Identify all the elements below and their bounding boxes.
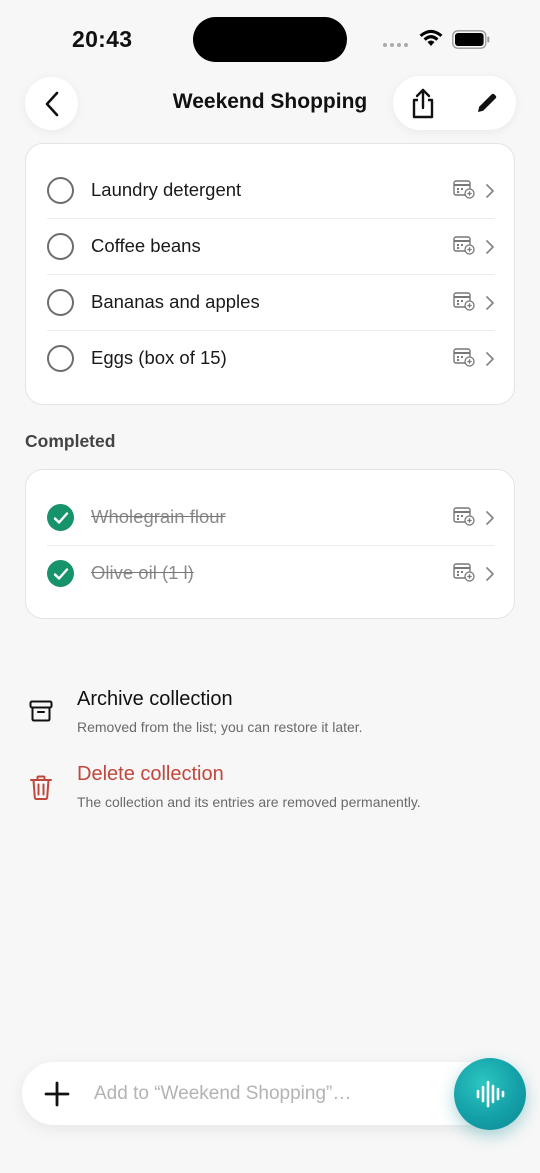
list-item[interactable]: Eggs (box of 15) <box>26 330 516 386</box>
checked-checkbox[interactable] <box>47 504 74 531</box>
archive-box-icon <box>29 700 53 722</box>
item-label: Olive oil (1 l) <box>91 562 194 583</box>
archive-collection-button[interactable]: Archive collection Removed from the list… <box>25 688 515 748</box>
checkbox[interactable] <box>47 289 74 316</box>
delete-collection-button[interactable]: Delete collection The collection and its… <box>25 763 515 823</box>
calendar-add-icon[interactable] <box>453 179 475 199</box>
archive-title: Archive collection <box>77 688 233 710</box>
cellular-signal-icon <box>383 43 408 47</box>
list-item[interactable]: Laundry detergent <box>26 162 516 218</box>
delete-title: Delete collection <box>77 763 224 785</box>
items-card: Laundry detergent Coffee beans Bananas a <box>25 143 515 405</box>
nav-actions-pill <box>393 76 516 130</box>
chevron-right-icon[interactable] <box>485 351 495 367</box>
pencil-icon[interactable] <box>475 91 499 115</box>
calendar-add-icon[interactable] <box>453 235 475 255</box>
calendar-add-icon[interactable] <box>453 347 475 367</box>
list-item[interactable]: Coffee beans <box>26 218 516 274</box>
status-bar: 20:43 <box>0 0 540 78</box>
checkmark-icon <box>53 511 68 524</box>
item-label: Laundry detergent <box>91 179 242 200</box>
item-label: Wholegrain flour <box>91 506 226 527</box>
chevron-right-icon[interactable] <box>485 183 495 199</box>
completed-heading: Completed <box>25 431 116 451</box>
checkbox[interactable] <box>47 233 74 260</box>
checkmark-icon <box>53 567 68 580</box>
dynamic-island <box>193 17 347 62</box>
completed-item[interactable]: Olive oil (1 l) <box>26 545 516 601</box>
status-time: 20:43 <box>72 26 133 52</box>
checked-checkbox[interactable] <box>47 560 74 587</box>
checkbox[interactable] <box>47 177 74 204</box>
chevron-right-icon[interactable] <box>485 295 495 311</box>
chevron-right-icon[interactable] <box>485 239 495 255</box>
archive-subtitle: Removed from the list; you can restore i… <box>77 719 363 735</box>
item-label: Coffee beans <box>91 235 201 256</box>
chevron-right-icon[interactable] <box>485 510 495 526</box>
completed-item[interactable]: Wholegrain flour <box>26 489 516 545</box>
checkbox[interactable] <box>47 345 74 372</box>
plus-icon[interactable] <box>44 1081 70 1107</box>
calendar-add-icon[interactable] <box>453 506 475 526</box>
share-icon[interactable] <box>409 88 437 120</box>
waveform-icon <box>476 1080 505 1108</box>
battery-icon <box>452 30 490 49</box>
calendar-add-icon[interactable] <box>453 291 475 311</box>
calendar-add-icon[interactable] <box>453 562 475 582</box>
chevron-right-icon[interactable] <box>485 566 495 582</box>
voice-input-button[interactable] <box>454 1058 526 1130</box>
item-label: Eggs (box of 15) <box>91 347 227 368</box>
add-item-bar <box>22 1062 497 1125</box>
item-label: Bananas and apples <box>91 291 260 312</box>
add-item-input[interactable] <box>94 1079 454 1109</box>
completed-card: Wholegrain flour Olive oil (1 l) <box>25 469 515 619</box>
trash-icon <box>30 775 52 800</box>
list-item[interactable]: Bananas and apples <box>26 274 516 330</box>
delete-subtitle: The collection and its entries are remov… <box>77 794 421 810</box>
wifi-icon <box>419 29 443 46</box>
